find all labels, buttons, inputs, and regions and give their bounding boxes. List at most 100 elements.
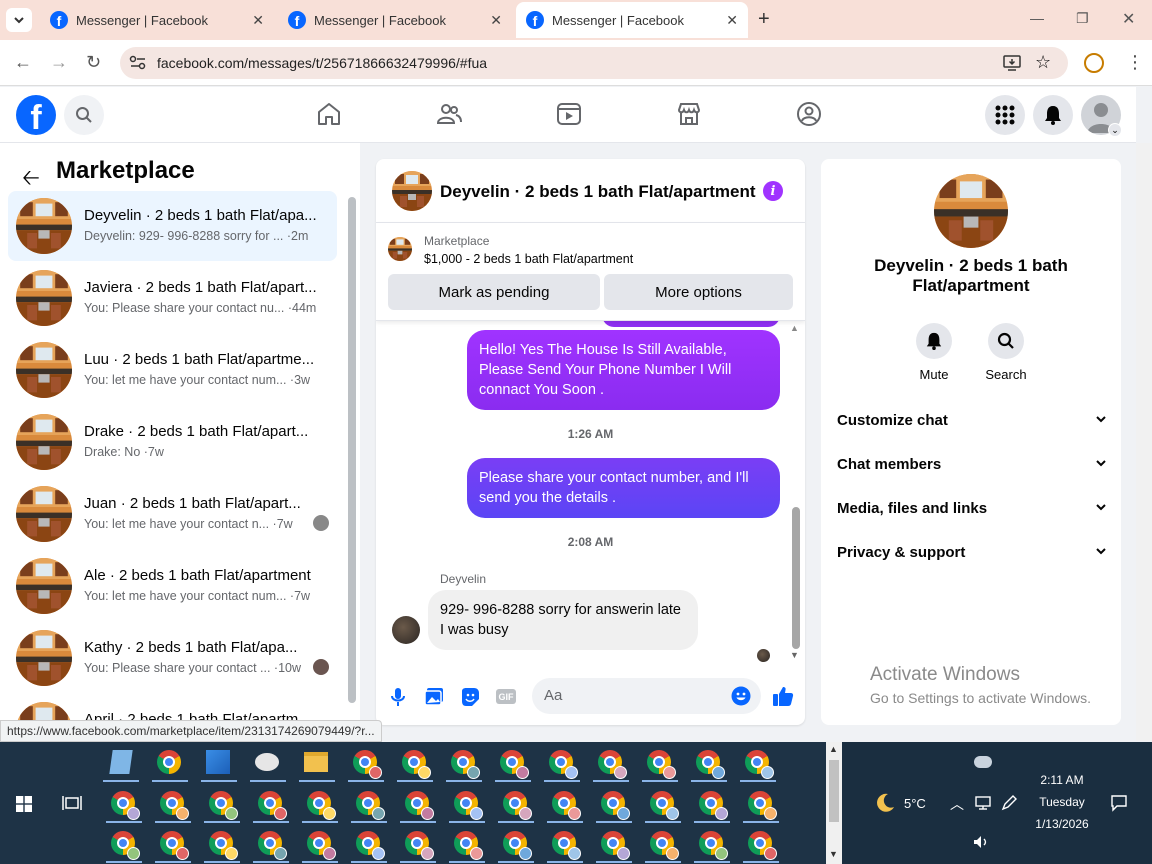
chrome-profile-icon[interactable] <box>495 750 531 782</box>
reload-button[interactable]: ↻ <box>86 52 101 73</box>
info-icon[interactable]: i <box>763 181 783 201</box>
media-files-links-section[interactable]: Media, files and links <box>837 500 1107 517</box>
sticker-icon[interactable] <box>460 687 480 707</box>
chrome-profile-icon[interactable] <box>498 791 534 823</box>
chrome-profile-icon[interactable] <box>302 831 338 863</box>
notification-center-icon[interactable] <box>1110 794 1128 812</box>
chrome-profile-icon[interactable] <box>348 750 384 782</box>
chrome-profile-icon[interactable] <box>106 831 142 863</box>
taskbar-scrollbar[interactable]: ▲ ▼ <box>826 742 842 864</box>
search-in-chat-button[interactable]: Search <box>966 323 1046 382</box>
pen-icon[interactable] <box>1000 794 1018 812</box>
close-icon[interactable]: ✕ <box>726 12 738 29</box>
chrome-profile-icon[interactable] <box>547 791 583 823</box>
restore-button[interactable]: ❐ <box>1076 10 1089 27</box>
notifications-button[interactable] <box>1033 95 1073 135</box>
conversation-item[interactable]: Juan · 2 beds 1 bath Flat/apart... You: l… <box>8 479 337 549</box>
listing-price[interactable]: $1,000 - 2 beds 1 bath Flat/apartment <box>424 252 633 266</box>
moon-weather-icon[interactable] <box>874 792 896 814</box>
mute-button[interactable]: Mute <box>894 323 974 382</box>
page-scrollbar[interactable] <box>1136 143 1152 741</box>
chrome-profile-icon[interactable] <box>596 831 632 863</box>
chrome-profile-icon[interactable] <box>694 791 730 823</box>
privacy-support-section[interactable]: Privacy & support <box>837 544 1107 561</box>
chrome-profile-icon[interactable] <box>645 791 681 823</box>
chrome-profile-icon[interactable] <box>204 831 240 863</box>
sent-message[interactable]: Please share your contact number, and I'… <box>467 458 780 518</box>
fb-search-button[interactable] <box>64 95 104 135</box>
chrome-profile-icon[interactable] <box>106 791 142 823</box>
tab-search-button[interactable] <box>6 8 32 32</box>
bookmark-star-icon[interactable]: ☆ <box>1035 52 1051 73</box>
chrome-profile-icon[interactable] <box>155 791 191 823</box>
photos-app-icon[interactable] <box>201 750 237 782</box>
scrollbar[interactable] <box>792 507 800 649</box>
new-tab-button[interactable]: + <box>758 8 770 31</box>
more-options-button[interactable]: More options <box>604 274 793 310</box>
chrome-profile-icon[interactable] <box>204 791 240 823</box>
customize-chat-section[interactable]: Customize chat <box>837 412 1107 429</box>
marketplace-icon[interactable] <box>676 101 702 127</box>
mark-as-pending-button[interactable]: Mark as pending <box>388 274 600 310</box>
menu-button[interactable] <box>985 95 1025 135</box>
chrome-profile-icon[interactable] <box>740 750 776 782</box>
task-view-icon[interactable] <box>62 794 82 812</box>
chrome-profile-icon[interactable] <box>593 750 629 782</box>
chrome-profile-icon[interactable] <box>449 791 485 823</box>
chrome-profile-icon[interactable] <box>691 750 727 782</box>
conversation-item[interactable]: Kathy · 2 beds 1 bath Flat/apa... You: Pl… <box>8 623 337 693</box>
clock-day[interactable]: Tuesday <box>1022 795 1102 809</box>
site-info-icon[interactable] <box>129 55 147 71</box>
file-explorer-icon[interactable] <box>299 750 335 782</box>
chrome-profile-icon[interactable] <box>449 831 485 863</box>
browser-tab-3[interactable]: f Messenger | Facebook ✕ <box>516 2 748 38</box>
profile-icon[interactable] <box>1084 53 1104 73</box>
chrome-profile-icon[interactable] <box>596 791 632 823</box>
windows-start-icon[interactable] <box>16 796 32 812</box>
sent-message[interactable]: Hello! Yes The House Is Still Available,… <box>467 330 780 410</box>
chrome-profile-icon[interactable] <box>498 831 534 863</box>
conversation-item[interactable]: Luu · 2 beds 1 bath Flat/apartme... You: … <box>8 335 337 405</box>
scroll-down-arrow[interactable]: ▼ <box>790 650 799 660</box>
conversation-item[interactable]: Javiera · 2 beds 1 bath Flat/apart... You… <box>8 263 337 333</box>
notepad-app-icon[interactable] <box>103 750 139 782</box>
clock-time[interactable]: 2:11 AM <box>1022 773 1102 787</box>
listing-thumbnail[interactable] <box>388 237 412 261</box>
scrollbar[interactable] <box>348 197 356 703</box>
facebook-logo[interactable]: f <box>16 95 56 135</box>
emoji-icon[interactable] <box>731 686 751 706</box>
conversation-item[interactable]: Ale · 2 beds 1 bath Flat/apartment You: l… <box>8 551 337 621</box>
minimize-button[interactable]: — <box>1030 10 1044 26</box>
chrome-profile-icon[interactable] <box>694 831 730 863</box>
weather-temperature[interactable]: 5°C <box>904 796 926 811</box>
conversation-item[interactable]: Drake · 2 beds 1 bath Flat/apart... Drake… <box>8 407 337 477</box>
close-icon[interactable]: ✕ <box>490 12 502 29</box>
listing-avatar[interactable] <box>392 171 432 211</box>
browser-menu-icon[interactable]: ⋮ <box>1126 52 1144 73</box>
video-icon[interactable] <box>556 101 582 127</box>
conversation-item[interactable]: Deyvelin · 2 beds 1 bath Flat/apa... Deyv… <box>8 191 337 261</box>
paint-app-icon[interactable] <box>250 750 286 782</box>
chrome-icon[interactable] <box>152 750 188 782</box>
home-icon[interactable] <box>316 101 342 127</box>
chat-title[interactable]: Deyvelin · 2 beds 1 bath Flat/apartment <box>440 182 756 202</box>
groups-icon[interactable] <box>796 101 822 127</box>
close-icon[interactable]: ✕ <box>252 12 264 29</box>
chrome-profile-icon[interactable] <box>253 831 289 863</box>
window-close-button[interactable]: ✕ <box>1122 9 1135 29</box>
back-button[interactable]: ← <box>14 52 32 73</box>
listing-avatar-large[interactable] <box>934 174 1008 248</box>
chrome-profile-icon[interactable] <box>253 791 289 823</box>
onedrive-icon[interactable] <box>974 756 992 768</box>
chrome-profile-icon[interactable] <box>351 831 387 863</box>
browser-tab-2[interactable]: f Messenger | Facebook ✕ <box>278 2 512 38</box>
chrome-profile-icon[interactable] <box>400 791 436 823</box>
show-hidden-icons-chevron-icon[interactable]: ︿ <box>950 794 964 814</box>
chrome-profile-icon[interactable] <box>642 750 678 782</box>
friends-icon[interactable] <box>436 101 462 127</box>
received-message[interactable]: 929- 996-8288 sorry for answerin late I … <box>428 590 698 650</box>
chrome-profile-icon[interactable] <box>547 831 583 863</box>
photo-icon[interactable] <box>424 687 444 707</box>
gif-icon[interactable]: GIF <box>496 689 516 704</box>
chrome-profile-icon[interactable] <box>302 791 338 823</box>
